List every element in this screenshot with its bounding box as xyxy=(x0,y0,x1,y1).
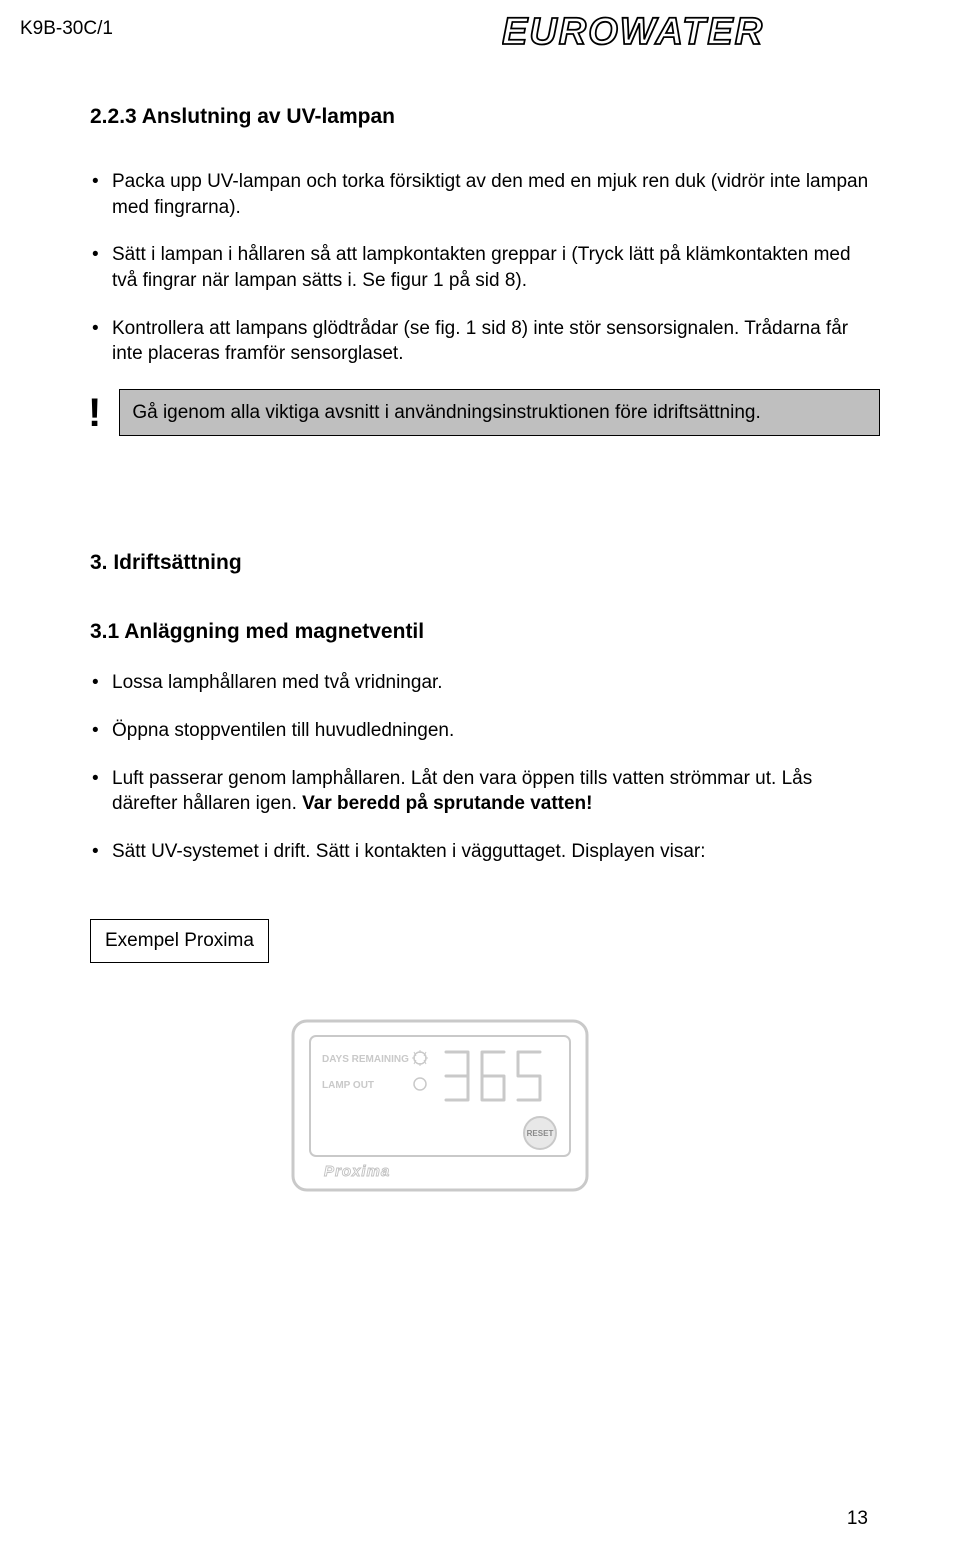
page-number: 13 xyxy=(847,1508,868,1530)
bullet-31-2: Öppna stoppventilen till huvudledningen. xyxy=(90,718,880,744)
svg-text:DAYS REMAINING: DAYS REMAINING xyxy=(322,1054,409,1065)
device-panel: DAYS REMAINING LAMP OUT xyxy=(290,1018,880,1198)
warning-icon: ! xyxy=(88,393,101,433)
callout-box: Gå igenom alla viktiga avsnitt i användn… xyxy=(119,389,880,437)
brand-logo: EUROWATER xyxy=(502,10,932,59)
doc-id: K9B-30C/1 xyxy=(20,18,113,40)
svg-text:RESET: RESET xyxy=(527,1129,554,1138)
section-3-title: 3. Idriftsättning xyxy=(90,551,880,575)
bullet-31-3: Luft passerar genom lamphållaren. Låt de… xyxy=(90,766,880,817)
bullet-31-4: Sätt UV-systemet i drift. Sätt i kontakt… xyxy=(90,839,880,865)
bullet-31-1: Lossa lamphållaren med två vridningar. xyxy=(90,670,880,696)
svg-text:EUROWATER: EUROWATER xyxy=(502,11,764,53)
svg-text:LAMP OUT: LAMP OUT xyxy=(322,1080,374,1091)
bullet-31-3-bold: Var beredd på sprutande vatten! xyxy=(302,793,592,814)
section-223-title: 2.2.3 Anslutning av UV-lampan xyxy=(90,105,880,129)
section-31-title: 3.1 Anläggning med magnetventil xyxy=(90,620,880,644)
example-label-box: Exempel Proxima xyxy=(90,919,269,963)
bullet-223-1: Packa upp UV-lampan och torka försiktigt… xyxy=(90,169,880,220)
svg-text:Proxima: Proxima xyxy=(324,1163,390,1180)
bullet-223-2: Sätt i lampan i hållaren så att lampkont… xyxy=(90,242,880,293)
bullet-223-3: Kontrollera att lampans glödtrådar (se f… xyxy=(90,316,880,367)
